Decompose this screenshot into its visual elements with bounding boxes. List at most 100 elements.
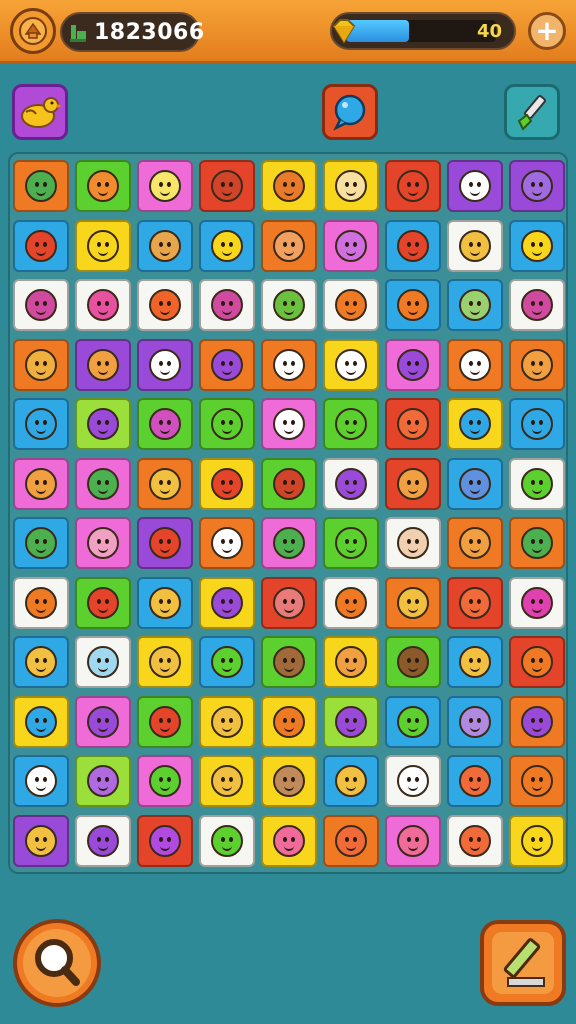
tile-r6-c3[interactable]	[137, 457, 193, 510]
tile-r9-c7[interactable]	[385, 636, 441, 688]
tile-r3-c2[interactable]	[75, 279, 131, 331]
tile-r7-c8[interactable]	[447, 517, 503, 569]
tile-r5-c4[interactable]	[199, 398, 255, 450]
tile-r6-c5[interactable]	[261, 457, 317, 510]
tile-r11-c4[interactable]	[199, 755, 255, 807]
tile-r7-c6[interactable]	[323, 517, 379, 569]
tile-r10-c7[interactable]	[385, 695, 441, 748]
tile-r3-c7[interactable]	[385, 279, 441, 331]
tile-r10-c9[interactable]	[509, 695, 565, 748]
tile-r8-c4[interactable]	[199, 576, 255, 629]
tile-r9-c2[interactable]	[75, 636, 131, 688]
tile-r4-c3[interactable]	[137, 338, 193, 391]
tile-r2-c3[interactable]	[137, 219, 193, 272]
tile-r12-c7[interactable]	[385, 814, 441, 867]
tile-r7-c4[interactable]	[199, 517, 255, 569]
tile-r6-c8[interactable]	[447, 457, 503, 510]
tile-r12-c5[interactable]	[261, 814, 317, 867]
tile-r9-c3[interactable]	[137, 636, 193, 688]
tile-r9-c4[interactable]	[199, 636, 255, 688]
hint-pen-button[interactable]	[478, 918, 568, 1008]
tile-r2-c5[interactable]	[261, 219, 317, 272]
tile-r2-c8[interactable]	[447, 219, 503, 272]
tile-r5-c9[interactable]	[509, 398, 565, 450]
chicken-powerup-button[interactable]	[12, 84, 68, 140]
tile-r6-c7[interactable]	[385, 457, 441, 510]
tile-r10-c8[interactable]	[447, 695, 503, 748]
tile-r12-c9[interactable]	[509, 814, 565, 867]
tile-r9-c8[interactable]	[447, 636, 503, 688]
tile-r1-c8[interactable]	[447, 160, 503, 212]
tile-r4-c2[interactable]	[75, 338, 131, 391]
tile-r10-c6[interactable]	[323, 695, 379, 748]
tile-r12-c4[interactable]	[199, 814, 255, 867]
tile-r5-c8[interactable]	[447, 398, 503, 450]
tile-r8-c5[interactable]	[261, 576, 317, 629]
tile-r3-c4[interactable]	[199, 279, 255, 331]
magnifier-button[interactable]	[12, 918, 102, 1008]
tile-r9-c6[interactable]	[323, 636, 379, 688]
tile-r1-c4[interactable]	[199, 160, 255, 212]
tile-r12-c6[interactable]	[323, 814, 379, 867]
tile-r1-c9[interactable]	[509, 160, 565, 212]
tile-r10-c3[interactable]	[137, 695, 193, 748]
tile-r4-c1[interactable]	[13, 338, 69, 391]
tile-r11-c7[interactable]	[385, 755, 441, 807]
tile-r5-c3[interactable]	[137, 398, 193, 450]
tile-r8-c8[interactable]	[447, 576, 503, 629]
tile-r5-c6[interactable]	[323, 398, 379, 450]
tile-r12-c1[interactable]	[13, 814, 69, 867]
tile-r1-c7[interactable]	[385, 160, 441, 212]
tile-r11-c8[interactable]	[447, 755, 503, 807]
tile-r6-c9[interactable]	[509, 457, 565, 510]
tile-r1-c2[interactable]	[75, 160, 131, 212]
tile-r2-c6[interactable]	[323, 219, 379, 272]
tile-r9-c1[interactable]	[13, 636, 69, 688]
tile-r8-c2[interactable]	[75, 576, 131, 629]
tile-r7-c1[interactable]	[13, 517, 69, 569]
tile-r10-c2[interactable]	[75, 695, 131, 748]
tile-r11-c2[interactable]	[75, 755, 131, 807]
tile-r12-c2[interactable]	[75, 814, 131, 867]
tile-r3-c5[interactable]	[261, 279, 317, 331]
tile-r4-c5[interactable]	[261, 338, 317, 391]
tile-r10-c5[interactable]	[261, 695, 317, 748]
tile-r2-c1[interactable]	[13, 219, 69, 272]
tile-r3-c9[interactable]	[509, 279, 565, 331]
tile-r4-c6[interactable]	[323, 338, 379, 391]
tile-r11-c3[interactable]	[137, 755, 193, 807]
tile-r4-c8[interactable]	[447, 338, 503, 391]
tile-r7-c2[interactable]	[75, 517, 131, 569]
tile-r2-c4[interactable]	[199, 219, 255, 272]
tile-r8-c9[interactable]	[509, 576, 565, 629]
tile-r3-c6[interactable]	[323, 279, 379, 331]
tile-r11-c9[interactable]	[509, 755, 565, 807]
tile-r1-c3[interactable]	[137, 160, 193, 212]
tile-r6-c6[interactable]	[323, 457, 379, 510]
tile-r2-c2[interactable]	[75, 219, 131, 272]
tile-r5-c7[interactable]	[385, 398, 441, 450]
tile-r8-c1[interactable]	[13, 576, 69, 629]
tile-r4-c9[interactable]	[509, 338, 565, 391]
tile-r12-c8[interactable]	[447, 814, 503, 867]
tile-r9-c5[interactable]	[261, 636, 317, 688]
tile-r7-c9[interactable]	[509, 517, 565, 569]
tile-r3-c8[interactable]	[447, 279, 503, 331]
tile-r4-c7[interactable]	[385, 338, 441, 391]
tile-r8-c3[interactable]	[137, 576, 193, 629]
tile-r2-c9[interactable]	[509, 219, 565, 272]
tile-r8-c7[interactable]	[385, 576, 441, 629]
tile-r5-c2[interactable]	[75, 398, 131, 450]
tile-r11-c1[interactable]	[13, 755, 69, 807]
tile-r5-c5[interactable]	[261, 398, 317, 450]
tile-r7-c7[interactable]	[385, 517, 441, 569]
tile-r3-c3[interactable]	[137, 279, 193, 331]
tile-r1-c1[interactable]	[13, 160, 69, 212]
tile-r9-c9[interactable]	[509, 636, 565, 688]
tile-r10-c1[interactable]	[13, 695, 69, 748]
tile-r1-c6[interactable]	[323, 160, 379, 212]
tile-r3-c1[interactable]	[13, 279, 69, 331]
tile-r5-c1[interactable]	[13, 398, 69, 450]
brush-powerup-button[interactable]	[504, 84, 560, 140]
tile-r6-c4[interactable]	[199, 457, 255, 510]
